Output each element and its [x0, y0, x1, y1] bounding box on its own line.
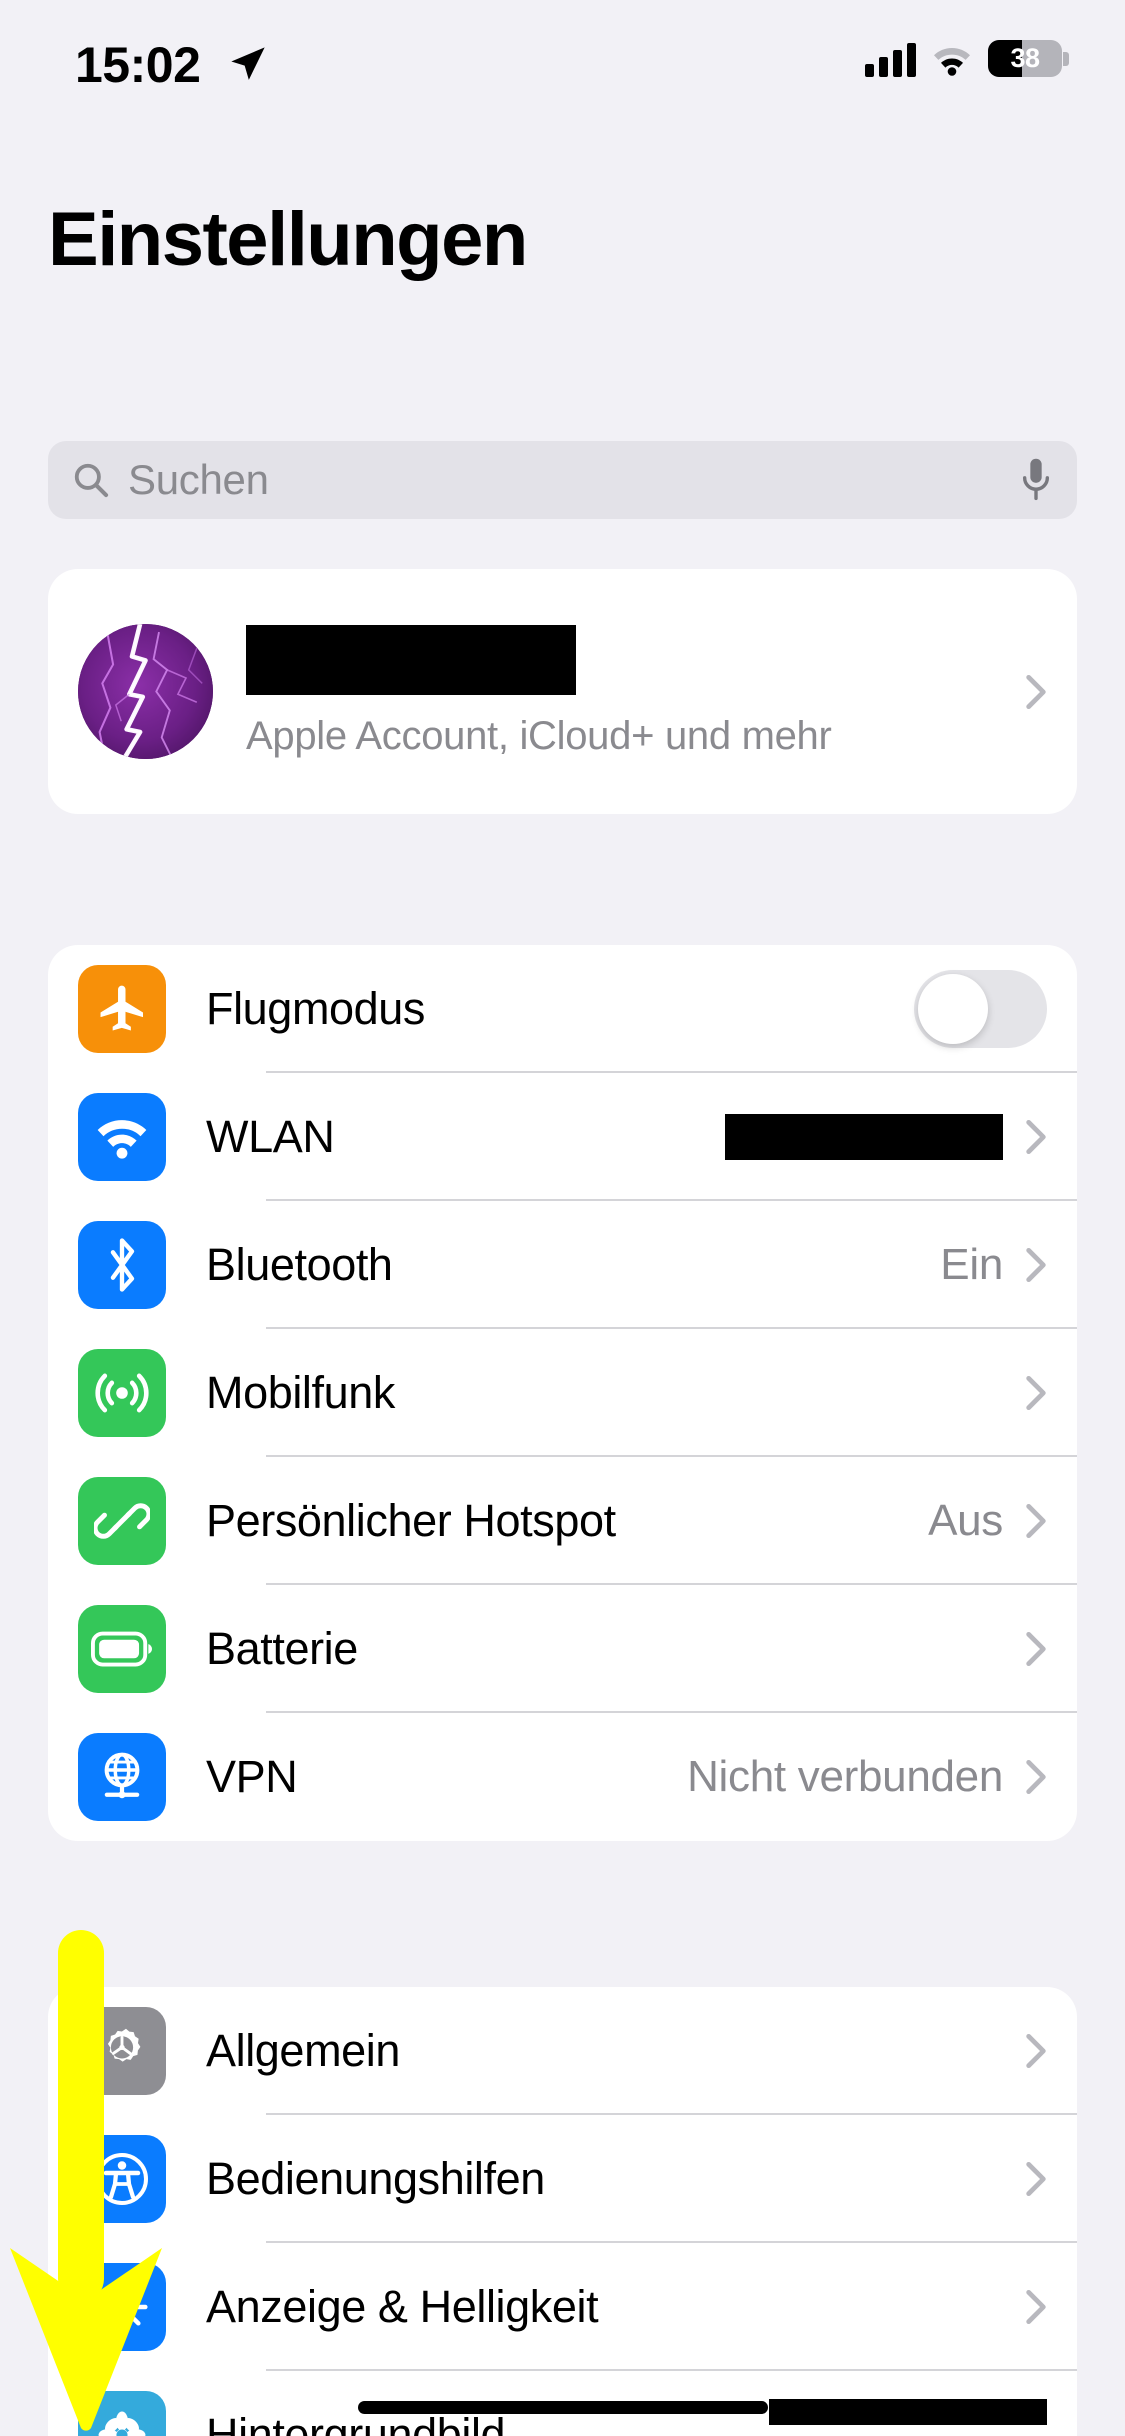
vpn-value: Nicht verbunden	[687, 1752, 1003, 1801]
wlan-value-redacted	[725, 1114, 1003, 1160]
bluetooth-icon	[78, 1221, 166, 1309]
settings-row-label: Flugmodus	[206, 983, 426, 1034]
settings-row-label: Persönlicher Hotspot	[206, 1495, 616, 1546]
status-bar-indicators: 38	[865, 40, 1069, 77]
airplane-mode-toggle[interactable]	[914, 970, 1047, 1048]
settings-row-mobilfunk[interactable]: Mobilfunk	[48, 1329, 1077, 1457]
bluetooth-value: Ein	[940, 1240, 1003, 1289]
search-icon	[74, 463, 109, 498]
settings-row-bluetooth[interactable]: Bluetooth Ein	[48, 1201, 1077, 1329]
location-arrow-icon	[231, 47, 265, 80]
settings-row-vpn[interactable]: VPN Nicht verbunden	[48, 1713, 1077, 1841]
settings-row-wlan[interactable]: WLAN	[48, 1073, 1077, 1201]
avatar	[78, 624, 213, 759]
hotspot-icon	[78, 1477, 166, 1565]
settings-row-batterie[interactable]: Batterie	[48, 1585, 1077, 1713]
account-name-redacted	[246, 624, 576, 695]
wifi-icon	[78, 1093, 166, 1181]
settings-row-flugmodus[interactable]: Flugmodus	[48, 945, 1077, 1073]
antenna-icon	[78, 1349, 166, 1437]
vpn-globe-icon	[78, 1733, 166, 1821]
chevron-right-icon	[1026, 1759, 1046, 1795]
wifi-icon	[934, 47, 970, 76]
settings-row-label: Batterie	[206, 1623, 358, 1674]
home-indicator	[357, 2401, 768, 2414]
cellular-signal-icon	[865, 41, 916, 77]
account-subtitle: Apple Account, iCloud+ und mehr	[246, 713, 832, 758]
settings-row-hotspot[interactable]: Persönlicher Hotspot Aus	[48, 1457, 1077, 1585]
status-bar: 15:02 38	[0, 0, 1125, 135]
settings-row-label: Bluetooth	[206, 1239, 393, 1290]
hintergrundbild-value-redacted	[769, 2399, 1047, 2425]
settings-row-label: WLAN	[206, 1111, 335, 1162]
chevron-right-icon	[1026, 674, 1046, 709]
chevron-right-icon	[1026, 2161, 1046, 2197]
search-field[interactable]: Suchen	[48, 441, 1077, 519]
chevron-right-icon	[1026, 1375, 1046, 1411]
chevron-right-icon	[1026, 1119, 1046, 1155]
page-title: Einstellungen	[48, 197, 528, 282]
settings-row-label: Mobilfunk	[206, 1367, 395, 1418]
settings-row-label: Anzeige & Helligkeit	[206, 2281, 599, 2332]
chevron-right-icon	[1026, 2033, 1046, 2069]
chevron-right-icon	[1026, 2289, 1046, 2325]
chevron-right-icon	[1026, 1631, 1046, 1667]
battery-icon	[78, 1605, 166, 1693]
search-placeholder: Suchen	[128, 456, 269, 503]
annotation-arrow-down	[10, 1930, 162, 2431]
apple-account-row[interactable]: Apple Account, iCloud+ und mehr	[48, 569, 1077, 814]
hotspot-value: Aus	[928, 1496, 1003, 1545]
battery-percentage: 38	[1010, 43, 1040, 73]
settings-screen: 15:02 38 Einstellungen Suchen Apple Acco…	[0, 0, 1125, 2436]
airplane-icon	[78, 965, 166, 1053]
settings-group-connectivity: Flugmodus WLAN Bluetooth Ein Mobilfunk P…	[48, 945, 1077, 1841]
microphone-icon[interactable]	[1019, 457, 1053, 503]
chevron-right-icon	[1026, 1247, 1046, 1283]
settings-row-label: VPN	[206, 1751, 298, 1802]
status-bar-time: 15:02	[75, 37, 201, 93]
chevron-right-icon	[1026, 1503, 1046, 1539]
battery-indicator: 38	[988, 40, 1069, 77]
